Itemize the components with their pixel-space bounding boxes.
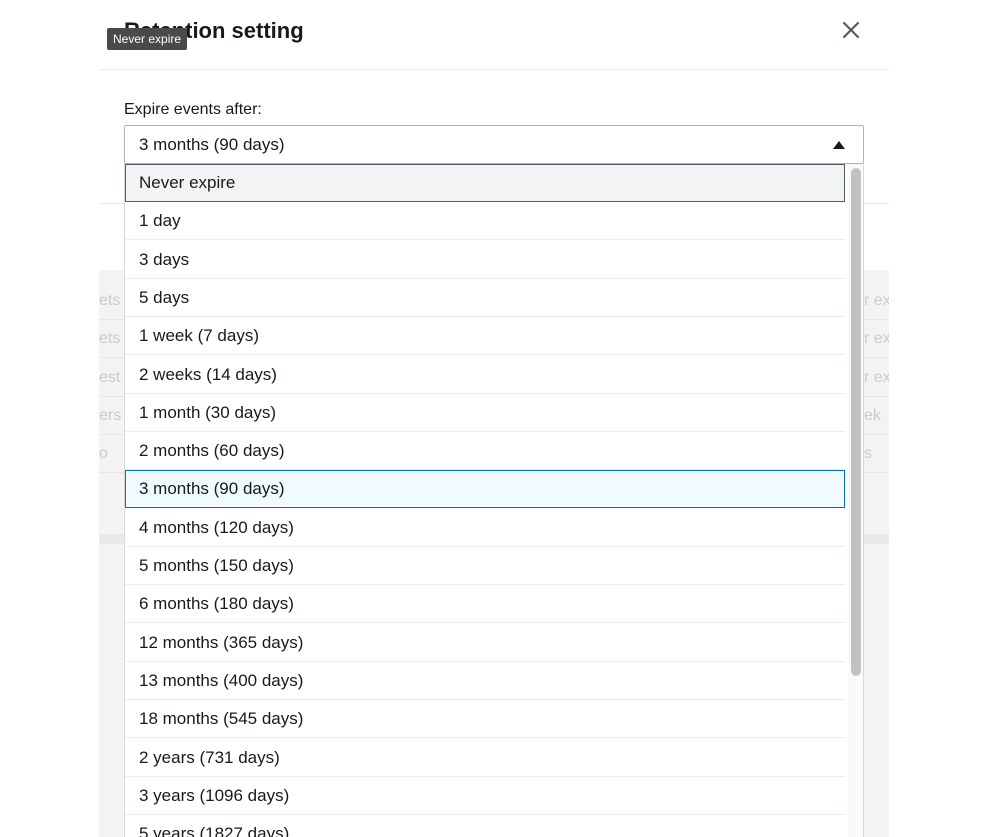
dropdown-option[interactable]: 18 months (545 days) <box>125 700 845 738</box>
background-cell-left: o <box>99 445 108 463</box>
dropdown-option[interactable]: Never expire <box>125 164 845 202</box>
dropdown-option[interactable]: 5 months (150 days) <box>125 547 845 585</box>
dropdown-option[interactable]: 1 month (30 days) <box>125 394 845 432</box>
background-cell-right: s <box>864 445 872 463</box>
expire-events-select[interactable]: 3 months (90 days) <box>124 125 864 164</box>
select-value: 3 months (90 days) <box>139 135 285 154</box>
option-label: 12 months (365 days) <box>139 633 304 652</box>
background-cell-right: r ex <box>864 368 889 386</box>
dropdown-option[interactable]: 5 days <box>125 279 845 317</box>
background-cell-right: r ex <box>864 330 889 348</box>
close-icon <box>842 21 860 39</box>
dropdown-scrollbar[interactable] <box>848 164 863 837</box>
dropdown-option[interactable]: 5 years (1827 days) <box>125 815 845 837</box>
option-label: 2 years (731 days) <box>139 748 280 767</box>
option-label: 1 day <box>139 211 181 230</box>
expire-events-label: Expire events after: <box>124 101 262 118</box>
option-label: 6 months (180 days) <box>139 594 294 613</box>
dropdown-option[interactable]: 3 days <box>125 241 845 279</box>
background-cell-left: est <box>99 368 121 386</box>
option-label: 3 days <box>139 250 190 269</box>
option-label: 3 years (1096 days) <box>139 786 290 805</box>
dropdown-option[interactable]: 3 months (90 days) <box>125 470 845 508</box>
dropdown-option[interactable]: 1 day <box>125 202 845 240</box>
background-cell-left: ets <box>99 330 121 348</box>
option-label: 3 months (90 days) <box>139 479 285 498</box>
dropdown-option[interactable]: 1 week (7 days) <box>125 317 845 355</box>
dropdown-option[interactable]: 2 months (60 days) <box>125 432 845 470</box>
option-label: 1 week (7 days) <box>139 326 259 345</box>
option-label: 2 weeks (14 days) <box>139 365 277 384</box>
option-label: 13 months (400 days) <box>139 671 304 690</box>
dropdown-scroll-thumb[interactable] <box>851 168 861 676</box>
option-label: 2 months (60 days) <box>139 441 285 460</box>
background-cell-left: ets <box>99 292 121 309</box>
background-cell-right: r ex <box>864 292 889 309</box>
option-label: Never expire <box>139 173 236 192</box>
option-label: 4 months (120 days) <box>139 518 294 537</box>
dropdown-option[interactable]: 3 years (1096 days) <box>125 777 845 815</box>
tooltip: Never expire <box>107 28 188 50</box>
expire-events-dropdown[interactable]: Never expire 1 day 3 days 5 days 1 week (7 d… <box>124 164 864 837</box>
background-cell-right: ek <box>864 406 881 424</box>
option-label: 18 months (545 days) <box>139 709 304 728</box>
dropdown-option[interactable]: 12 months (365 days) <box>125 624 845 662</box>
page: ets r ex ets r ex est r ex ers ek o s Retention s… <box>0 0 989 837</box>
close-button[interactable] <box>837 16 865 44</box>
dropdown-option[interactable]: 13 months (400 days) <box>125 662 845 700</box>
dropdown-option[interactable]: 4 months (120 days) <box>125 509 845 547</box>
dropdown-option[interactable]: 2 years (731 days) <box>125 739 845 777</box>
dropdown-option[interactable]: 2 weeks (14 days) <box>125 356 845 394</box>
dropdown-option[interactable]: 6 months (180 days) <box>125 585 845 623</box>
caret-up-icon <box>833 141 845 149</box>
option-label: 5 days <box>139 288 190 307</box>
option-label: 5 years (1827 days) <box>139 824 290 837</box>
option-label: 5 months (150 days) <box>139 556 294 575</box>
modal-header: Retention setting <box>99 0 889 70</box>
background-cell-left: ers <box>99 406 121 424</box>
option-label: 1 month (30 days) <box>139 403 277 422</box>
